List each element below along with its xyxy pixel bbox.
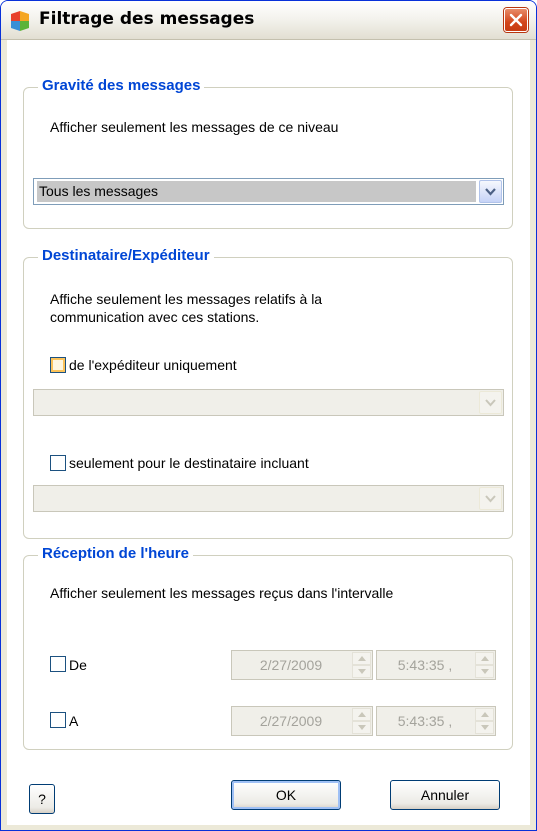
to-time-value: 5:43:35 , xyxy=(397,713,453,729)
from-time-up[interactable] xyxy=(475,652,494,665)
help-button[interactable]: ? xyxy=(29,784,55,814)
to-time-down[interactable] xyxy=(475,721,494,734)
severity-dropdown-button[interactable] xyxy=(479,180,502,203)
chevron-down-icon xyxy=(485,399,496,407)
to-time-picker[interactable]: 5:43:35 , xyxy=(376,706,496,736)
chevron-down-icon xyxy=(481,725,489,730)
severity-select[interactable]: Tous les messages xyxy=(33,178,504,205)
recipient-including-label[interactable]: seulement pour le destinataire incluant xyxy=(69,454,309,472)
chevron-up-icon xyxy=(481,712,489,717)
to-date-value: 2/27/2009 xyxy=(259,713,323,729)
time-legend: Réception de l'heure xyxy=(38,545,193,562)
severity-select-value: Tous les messages xyxy=(37,181,476,202)
chevron-down-icon xyxy=(358,669,366,674)
from-label[interactable]: De xyxy=(69,656,87,674)
dialog-window: Filtrage des messages Gravité des messag… xyxy=(0,0,537,831)
from-date-up[interactable] xyxy=(352,652,371,665)
cancel-button[interactable]: Annuler xyxy=(390,780,500,810)
sender-select[interactable] xyxy=(33,389,504,416)
recipient-description-line2: communication avec ces stations. xyxy=(50,309,260,325)
chevron-down-icon xyxy=(358,725,366,730)
to-date-picker[interactable]: 2/27/2009 xyxy=(231,706,373,736)
chevron-down-icon xyxy=(485,495,496,503)
from-time-value: 5:43:35 , xyxy=(397,657,453,673)
severity-description: Afficher seulement les messages de ce ni… xyxy=(50,119,339,135)
recipient-description-line1: Affiche seulement les messages relatifs … xyxy=(50,291,323,307)
window-title: Filtrage des messages xyxy=(39,9,255,29)
from-date-value: 2/27/2009 xyxy=(259,657,323,673)
chevron-down-icon xyxy=(485,188,496,196)
to-date-down[interactable] xyxy=(352,721,371,734)
sender-select-value xyxy=(37,392,476,413)
sender-only-checkbox[interactable] xyxy=(50,357,66,373)
recipient-select[interactable] xyxy=(33,485,504,512)
chevron-up-icon xyxy=(481,656,489,661)
close-button[interactable] xyxy=(504,8,528,32)
from-date-down[interactable] xyxy=(352,665,371,678)
chevron-down-icon xyxy=(481,669,489,674)
to-label[interactable]: A xyxy=(69,712,78,730)
chevron-up-icon xyxy=(358,712,366,717)
recipient-including-checkbox[interactable] xyxy=(50,455,66,471)
to-date-up[interactable] xyxy=(352,708,371,721)
close-icon xyxy=(509,13,523,27)
from-time-picker[interactable]: 5:43:35 , xyxy=(376,650,496,680)
recipient-select-value xyxy=(37,488,476,509)
title-bar[interactable]: Filtrage des messages xyxy=(1,1,536,40)
to-checkbox[interactable] xyxy=(50,712,66,728)
ok-button[interactable]: OK xyxy=(231,780,341,810)
from-date-picker[interactable]: 2/27/2009 xyxy=(231,650,373,680)
to-time-up[interactable] xyxy=(475,708,494,721)
sender-only-label[interactable]: de l'expéditeur uniquement xyxy=(69,356,237,374)
recipient-legend: Destinataire/Expéditeur xyxy=(38,247,214,264)
severity-group: Gravité des messages xyxy=(23,77,513,229)
app-icon xyxy=(11,11,29,31)
severity-legend: Gravité des messages xyxy=(38,77,205,94)
sender-dropdown-button[interactable] xyxy=(479,391,502,414)
recipient-dropdown-button[interactable] xyxy=(479,487,502,510)
dialog-client-area: Gravité des messages Afficher seulement … xyxy=(7,40,530,825)
from-checkbox[interactable] xyxy=(50,656,66,672)
time-description: Afficher seulement les messages reçus da… xyxy=(50,585,394,601)
chevron-up-icon xyxy=(358,656,366,661)
from-time-down[interactable] xyxy=(475,665,494,678)
